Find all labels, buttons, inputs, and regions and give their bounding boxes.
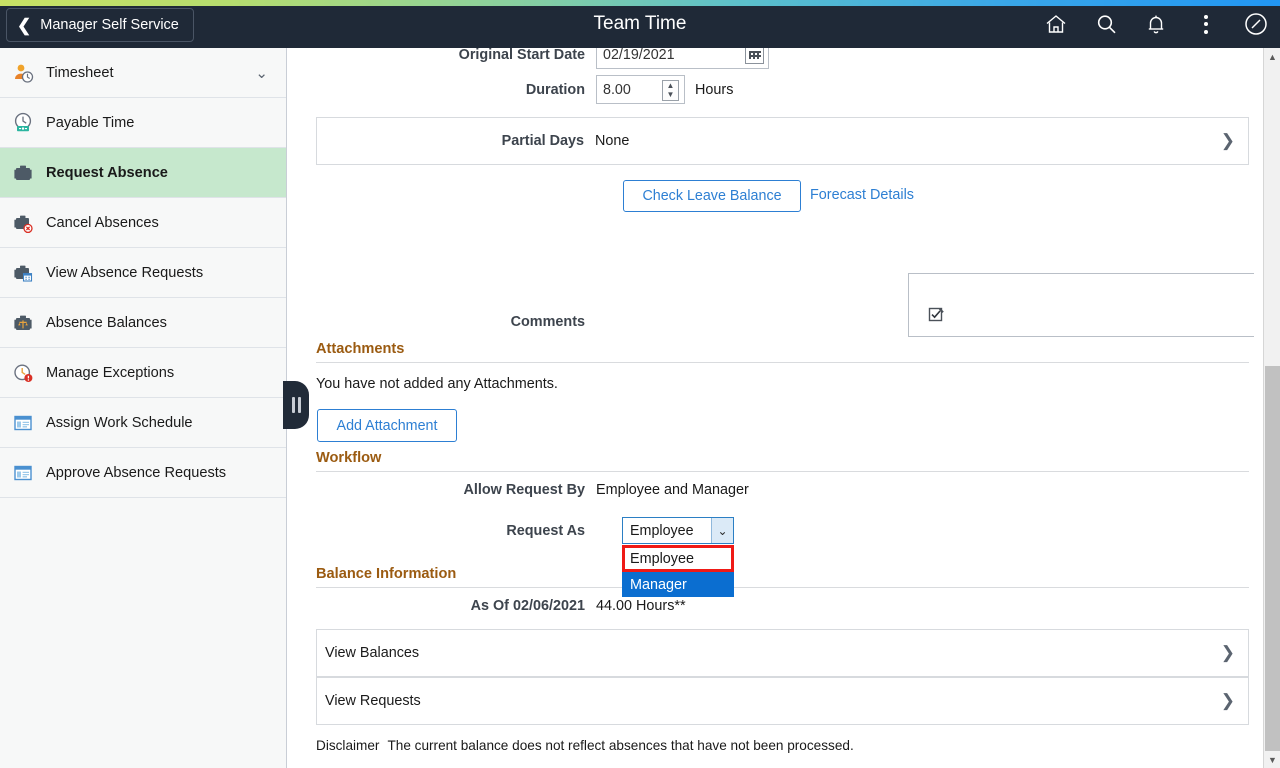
chevron-right-icon: ❯ <box>1220 691 1235 710</box>
sidebar-item-manage-exceptions[interactable]: Manage Exceptions <box>0 348 286 398</box>
back-to-manager-self-service-button[interactable]: ❮ Manager Self Service <box>6 8 194 42</box>
briefcase-scale-icon <box>10 310 36 336</box>
sidebar-item-request-absence[interactable]: Request Absence <box>0 148 286 198</box>
attachments-empty-text: You have not added any Attachments. <box>316 376 558 392</box>
duration-value: 8.00 <box>603 81 631 98</box>
sidebar-item-cancel-absences[interactable]: Cancel Absences <box>0 198 286 248</box>
scroll-down-button[interactable]: ▼ <box>1264 751 1280 768</box>
original-start-date-input[interactable]: 02/19/2021 <box>596 48 769 69</box>
comments-label: Comments <box>510 314 585 330</box>
chevron-right-icon: ❯ <box>1220 131 1235 150</box>
view-balances-row[interactable]: View Balances ❯ <box>316 629 1249 677</box>
duration-unit-label: Hours <box>695 81 734 98</box>
app-header: Team Time ❮ Manager Self Service <box>0 0 1280 48</box>
sidebar-item-label: Timesheet <box>46 64 114 81</box>
search-icon[interactable] <box>1092 10 1120 38</box>
scrollbar-thumb[interactable] <box>1265 366 1280 751</box>
brand-gradient-strip <box>0 0 1280 6</box>
dropdown-option-employee[interactable]: Employee <box>622 545 734 572</box>
dropdown-option-manager[interactable]: Manager <box>622 572 734 597</box>
spellcheck-icon[interactable] <box>928 306 946 329</box>
back-button-label: Manager Self Service <box>40 17 179 33</box>
request-as-label: Request As <box>506 523 585 539</box>
original-start-date-value: 02/19/2021 <box>603 48 675 63</box>
duration-label: Duration <box>525 81 585 98</box>
check-leave-balance-button[interactable]: Check Leave Balance <box>623 180 801 212</box>
navbar-compass-icon[interactable] <box>1242 10 1270 38</box>
scroll-up-button[interactable]: ▲ <box>1264 48 1280 65</box>
workflow-heading: Workflow <box>316 450 1249 472</box>
view-balances-label: View Balances <box>325 645 420 661</box>
sidebar-item-approve-absence-requests[interactable]: Approve Absence Requests <box>0 448 286 498</box>
home-icon[interactable] <box>1042 10 1070 38</box>
request-as-selected-value: Employee <box>630 522 694 539</box>
timesheet-person-clock-icon <box>10 60 36 86</box>
disclaimer: Disclaimer The current balance does not … <box>316 738 854 753</box>
balance-information-heading: Balance Information <box>316 566 1249 588</box>
partial-days-label: Partial Days <box>501 133 584 149</box>
chevron-down-icon[interactable]: ⌄ <box>711 518 733 543</box>
sidebar-item-label: Absence Balances <box>46 314 167 331</box>
request-as-select[interactable]: Employee ⌄ <box>622 517 734 544</box>
briefcase-cancel-icon <box>10 210 36 236</box>
sidebar-item-assign-work-schedule[interactable]: Assign Work Schedule <box>0 398 286 448</box>
notifications-bell-icon[interactable] <box>1142 10 1170 38</box>
spinner-up-down-icon[interactable]: ▲ ▼ <box>662 80 679 101</box>
partial-days-value: None <box>595 133 630 149</box>
as-of-balance-row: As Of 02/06/2021 44.00 Hours** <box>288 598 1254 614</box>
navigation-sidebar: Timesheet ⌄ Payable Time Request Absence <box>0 48 287 768</box>
original-start-date-row: Original Start Date 02/19/2021 <box>288 48 1254 69</box>
view-requests-row[interactable]: View Requests ❯ <box>316 677 1249 725</box>
view-requests-label: View Requests <box>325 693 421 709</box>
sidebar-item-label: Payable Time <box>46 114 135 131</box>
chevron-left-icon: ❮ <box>17 15 32 35</box>
comments-textarea[interactable] <box>908 273 1254 337</box>
request-as-dropdown-options: Employee Manager <box>622 545 734 597</box>
sidebar-item-payable-time[interactable]: Payable Time <box>0 98 286 148</box>
as-of-label: As Of 02/06/2021 <box>470 598 585 614</box>
page-scrollbar[interactable]: ▲ ▼ <box>1263 48 1280 768</box>
sidebar-item-label: Manage Exceptions <box>46 364 175 381</box>
partial-days-row[interactable]: Partial Days None ❯ <box>316 117 1249 165</box>
duration-input[interactable]: 8.00 ▲ ▼ <box>596 75 685 104</box>
chevron-right-icon: ❯ <box>1220 643 1235 662</box>
disclaimer-label: Disclaimer <box>316 738 380 753</box>
sidebar-item-label: Request Absence <box>46 164 168 181</box>
attachments-heading: Attachments <box>316 341 1249 363</box>
original-start-date-label: Original Start Date <box>458 48 585 63</box>
sidebar-item-label: Cancel Absences <box>46 214 159 231</box>
allow-request-by-label: Allow Request By <box>463 482 585 498</box>
sidebar-collapse-handle[interactable] <box>283 381 309 429</box>
calendar-icon[interactable] <box>745 48 764 64</box>
forecast-details-link[interactable]: Forecast Details <box>810 187 914 203</box>
window-schedule-icon <box>10 410 36 436</box>
chevron-down-icon[interactable]: ⌄ <box>255 64 268 82</box>
window-approve-icon <box>10 460 36 486</box>
check-leave-balance-label: Check Leave Balance <box>642 188 782 204</box>
clock-alert-icon <box>10 360 36 386</box>
sidebar-item-label: Approve Absence Requests <box>46 464 227 481</box>
actions-kebab-icon[interactable] <box>1192 10 1220 38</box>
sidebar-item-absence-balances[interactable]: Absence Balances <box>0 298 286 348</box>
main-content: Original Start Date 02/19/2021 Duration … <box>288 48 1254 768</box>
sidebar-item-timesheet[interactable]: Timesheet ⌄ <box>0 48 286 98</box>
header-icon-group <box>1042 0 1270 48</box>
allow-request-by-value: Employee and Manager <box>596 482 749 498</box>
payable-time-clock-icon <box>10 110 36 136</box>
sidebar-item-label: View Absence Requests <box>46 264 204 281</box>
add-attachment-label: Add Attachment <box>336 417 438 434</box>
as-of-value: 44.00 Hours** <box>596 598 686 614</box>
sidebar-item-label: Assign Work Schedule <box>46 414 193 431</box>
briefcase-calendar-icon <box>10 260 36 286</box>
duration-row: Duration 8.00 ▲ ▼ Hours <box>288 75 1254 104</box>
sidebar-item-view-absence-requests[interactable]: View Absence Requests <box>0 248 286 298</box>
disclaimer-text: The current balance does not reflect abs… <box>387 738 854 753</box>
add-attachment-button[interactable]: Add Attachment <box>317 409 457 442</box>
briefcase-icon <box>10 160 36 186</box>
allow-request-by-row: Allow Request By Employee and Manager <box>288 482 1254 498</box>
